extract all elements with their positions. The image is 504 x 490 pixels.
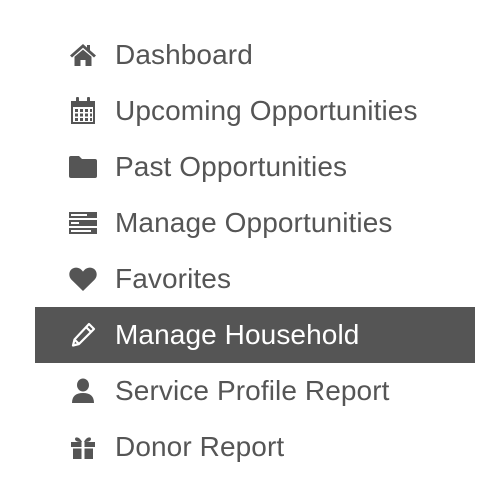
nav-item-manage-opportunities[interactable]: Manage Opportunities bbox=[35, 195, 475, 251]
pencil-icon bbox=[67, 319, 99, 351]
nav-item-label: Upcoming Opportunities bbox=[115, 95, 418, 126]
nav-item-service-profile-report[interactable]: Service Profile Report bbox=[35, 363, 475, 419]
tasks-icon bbox=[67, 207, 99, 239]
nav-item-label: Past Opportunities bbox=[115, 151, 348, 182]
nav-item-upcoming-opportunities[interactable]: Upcoming Opportunities bbox=[35, 83, 475, 139]
nav-item-label: Donor Report bbox=[115, 431, 285, 462]
heart-icon bbox=[67, 263, 99, 295]
nav-item-manage-household[interactable]: Manage Household bbox=[35, 307, 475, 363]
calendar-icon bbox=[67, 95, 99, 127]
home-icon bbox=[67, 39, 99, 71]
nav-item-past-opportunities[interactable]: Past Opportunities bbox=[35, 139, 475, 195]
nav-item-label: Favorites bbox=[115, 263, 232, 294]
nav-item-label: Service Profile Report bbox=[115, 375, 390, 406]
folder-icon bbox=[67, 151, 99, 183]
sidebar-nav: Dashboard Upcoming Opportunities Past Op… bbox=[35, 27, 475, 475]
nav-item-label: Manage Opportunities bbox=[115, 207, 393, 238]
nav-item-dashboard[interactable]: Dashboard bbox=[35, 27, 475, 83]
user-icon bbox=[67, 375, 99, 407]
nav-item-label: Manage Household bbox=[115, 319, 360, 350]
nav-item-label: Dashboard bbox=[115, 39, 253, 70]
nav-item-donor-report[interactable]: Donor Report bbox=[35, 419, 475, 475]
gift-icon bbox=[67, 431, 99, 463]
nav-item-favorites[interactable]: Favorites bbox=[35, 251, 475, 307]
